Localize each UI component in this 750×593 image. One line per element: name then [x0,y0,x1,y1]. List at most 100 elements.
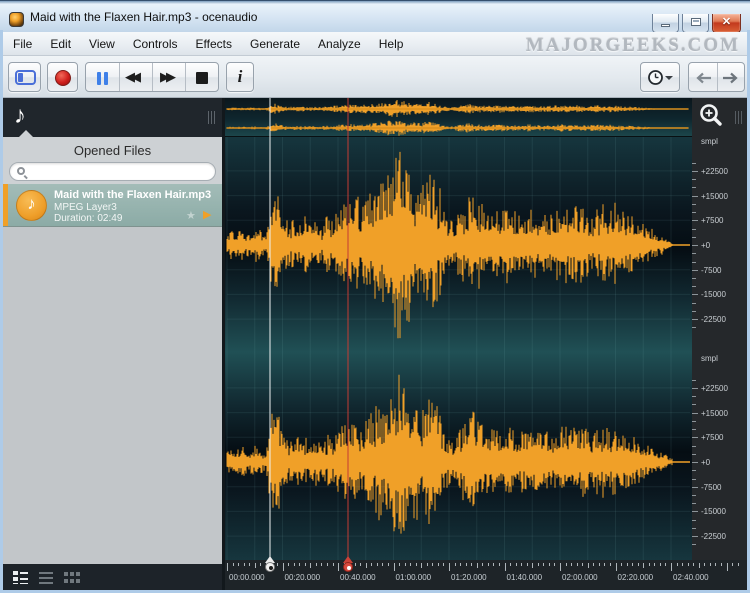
scale-tick [692,404,696,405]
menu-generate[interactable]: Generate [241,34,309,54]
timeline-tick [671,563,672,571]
timeline-tick [727,563,728,571]
play-file-icon[interactable]: ▶ [203,208,211,221]
scale-tick [692,470,696,471]
view-details-button[interactable] [13,571,28,584]
chevron-down-icon [665,76,673,80]
zoom-icon[interactable] [698,102,726,130]
scale-value-label: +0 [701,241,710,250]
view-grid-button[interactable] [64,571,80,584]
timeline-tick [677,563,678,566]
search-input[interactable] [9,162,216,181]
nav-forward-button[interactable] [717,63,744,91]
timeline-tick [316,563,317,566]
menu-view[interactable]: View [80,34,124,54]
timeline-label: 01:40.000 [507,573,543,582]
pause-button[interactable] [86,63,119,91]
scale-tick [692,253,696,254]
timeline-tick [566,563,567,566]
timeline-tick [410,563,411,566]
file-duration: Duration: 02:49 [54,213,122,224]
timeline-tick [688,563,689,566]
timeline-ruler[interactable]: 00:00.00000:20.00000:40.00001:00.00001:2… [225,560,747,590]
timeline-tick [505,563,506,571]
menu-effects[interactable]: Effects [187,34,241,54]
scale-tick [692,270,698,271]
timeline-tick [571,563,572,566]
timeline-tick [554,563,555,566]
timeline-tick [249,563,250,566]
rewind-button[interactable]: ◀◀ [119,63,152,91]
minimize-button[interactable] [652,14,679,33]
title-bar[interactable]: Maid with the Flaxen Hair.mp3 - ocenaudi… [0,0,750,32]
close-button[interactable]: ✕ [712,14,741,33]
timeline-tick [488,563,489,566]
record-button[interactable] [47,62,78,92]
scale-tick [692,396,696,397]
favorite-star-icon[interactable]: ★ [186,209,196,222]
info-icon: i [227,67,253,87]
scale-tick [692,520,696,521]
waveform-display[interactable] [225,98,692,560]
view-list-button[interactable] [39,571,53,584]
menu-file[interactable]: File [4,34,41,54]
cursor-pin[interactable] [264,556,276,575]
arrow-left-icon [695,72,711,84]
info-button[interactable]: i [226,62,254,92]
fast-forward-button[interactable]: ▶▶ [152,63,185,91]
timeline-tick [333,563,334,566]
timeline-tick [233,563,234,566]
timeline-tick [693,563,694,566]
timeline-tick [710,563,711,566]
scale-tick [692,179,696,180]
scale-value-label: +22500 [701,384,728,393]
scale-grip-handle[interactable] [735,111,742,124]
time-format-button[interactable] [640,62,680,92]
timeline-tick [577,563,578,566]
timeline-tick [493,563,494,566]
nav-back-button[interactable] [689,63,717,91]
scale-unit-label: smpl [701,354,718,363]
file-list-item[interactable]: ♪ Maid with the Flaxen Hair.mp3 MPEG Lay… [3,184,222,227]
scale-value-label: -7500 [701,483,721,492]
menu-edit[interactable]: Edit [41,34,80,54]
opened-files-title: Opened Files [3,143,222,158]
toggle-sidebar-button[interactable] [8,62,41,92]
pause-icon [96,72,109,85]
file-list-empty-area[interactable] [3,227,222,564]
menu-help[interactable]: Help [370,34,413,54]
timeline-tick [660,563,661,566]
playhead-pin[interactable] [342,556,354,575]
file-format: MPEG Layer3 [54,202,117,213]
sidebar-grip-handle[interactable] [208,111,215,124]
cursor-pin-head [265,562,275,572]
scale-value-label: +15000 [701,192,728,201]
scale-tick [692,380,696,381]
file-name: Maid with the Flaxen Hair.mp3 [54,189,211,201]
timeline-tick [355,563,356,566]
timeline-tick [321,563,322,566]
timeline-label: 01:20.000 [451,573,487,582]
stop-button[interactable] [185,63,218,91]
scale-tick [692,421,696,422]
scale-tick [692,327,696,328]
timeline-tick [238,563,239,566]
stop-icon [196,72,208,84]
maximize-button[interactable] [682,14,709,33]
menu-analyze[interactable]: Analyze [309,34,370,54]
scale-tick [692,437,698,438]
scale-tick [692,503,696,504]
timeline-tick [227,563,228,571]
timeline-label: 02:40.000 [673,573,709,582]
timeline-tick [665,563,666,566]
menu-controls[interactable]: Controls [124,34,187,54]
timeline-tick [360,563,361,566]
scale-tick [692,413,698,414]
timeline-tick [394,563,395,571]
scale-tick [692,294,698,295]
record-icon [55,70,71,86]
timeline-tick [621,563,622,566]
timeline-tick [738,563,739,566]
music-note-tab-icon[interactable]: ♪ [14,102,26,130]
window-title: Maid with the Flaxen Hair.mp3 - ocenaudi… [30,10,257,24]
